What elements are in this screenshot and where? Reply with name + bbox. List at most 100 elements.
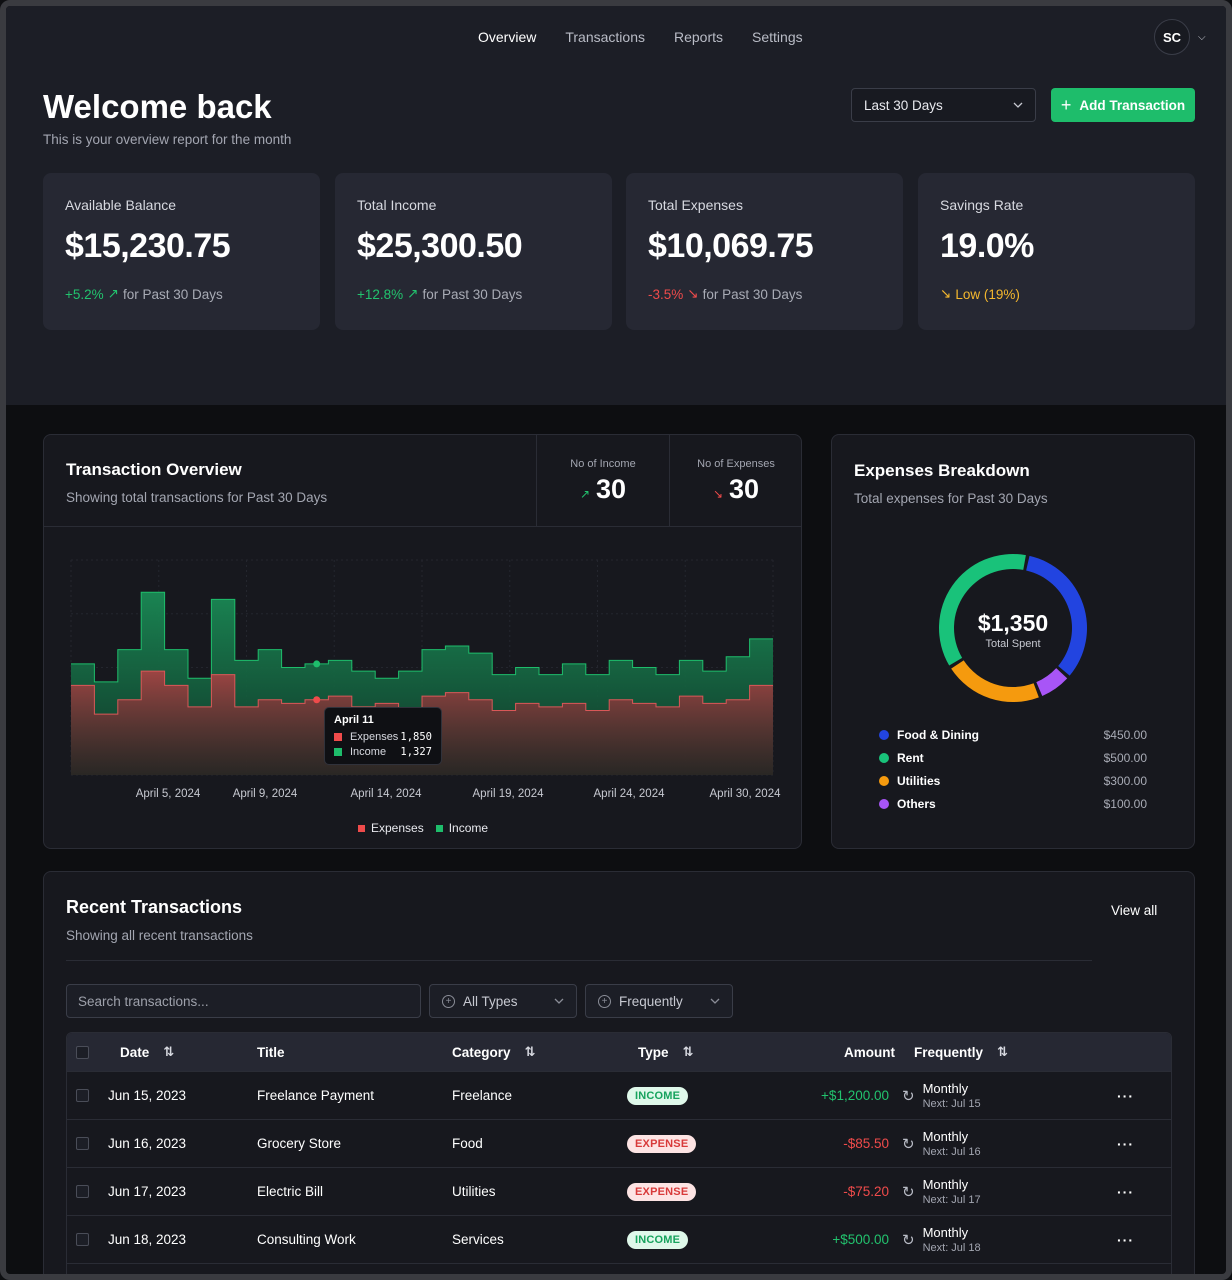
sort-icon[interactable]: ⇅ [683,1044,694,1060]
row-amount: +$1,200.00 [821,1088,889,1103]
stat-value: $15,230.75 [65,227,231,265]
next-date: Next: Jul 15 [922,1098,981,1110]
user-menu[interactable]: SC ⌵ [1154,19,1206,55]
donut-total: $1,350 [977,610,1049,636]
refresh-icon: ↻ [902,1087,915,1105]
stat-label: Total Expenses [648,197,743,213]
add-circle-icon: + [598,994,611,1008]
column-type[interactable]: Type ⇅ [638,1033,693,1071]
recent-title: Recent Transactions [66,897,243,917]
income-swatch [334,748,342,757]
type-badge: INCOME [627,1086,689,1105]
table-row[interactable]: Jun 16, 2023 Grocery Store Food EXPENSE … [67,1119,1171,1167]
stat-footer: +12.8% ↗ for Past 30 Days [357,286,590,302]
stat-change: -3.5% [648,286,684,302]
row-frequency: ↻ Monthly Next: Jul 15 [902,1081,981,1110]
row-amount: +$500.00 [832,1232,889,1247]
tooltip-expenses-value: 1,850 [400,731,432,743]
row-frequency: ↻ Monthly Next: Jul 17 [902,1177,981,1206]
sort-icon[interactable]: ⇅ [525,1044,536,1060]
donut-slice-others [1036,668,1068,696]
more-icon[interactable]: ··· [1117,1088,1134,1104]
breakdown-item-rent: Rent $500.00 [879,751,1147,765]
frequency-filter[interactable]: + Frequently [585,984,733,1018]
column-category[interactable]: Category ⇅ [452,1033,535,1071]
add-transaction-button[interactable]: + Add Transaction [1051,88,1195,122]
others-dot [879,799,889,809]
column-frequency[interactable]: Frequently ⇅ [914,1033,1008,1071]
row-checkbox[interactable] [76,1233,89,1246]
nav-transactions[interactable]: Transactions [565,29,645,45]
view-all-link[interactable]: View all [1111,903,1157,918]
legend-expenses-label: Expenses [371,821,424,835]
tooltip-expenses-label: Expenses [350,731,399,743]
tooltip-row-expenses: Expenses 1,850 [334,731,432,743]
trend-up-icon: ↗ [107,286,119,301]
row-category: Utilities [452,1184,496,1199]
row-checkbox[interactable] [76,1185,89,1198]
donut-center: $1,350 Total Spent [933,610,1093,650]
row-title: Electric Bill [257,1184,324,1199]
date-range-select[interactable]: Last 30 Days [851,88,1036,122]
breakdown-label: Rent [897,751,924,765]
legend-income[interactable]: Income [435,821,489,835]
column-date[interactable]: Date ⇅ [120,1033,174,1071]
column-type-label: Type [638,1044,669,1060]
x-tick-label: April 30, 2024 [710,788,782,800]
type-filter[interactable]: + All Types [429,984,577,1018]
tooltip-row-income: Income 1,327 [334,746,432,758]
stat-change: +12.8% [357,286,404,302]
donut-total-label: Total Spent [985,638,1041,650]
table-row[interactable]: EXPENSE ↻ Monthly ··· [67,1263,1171,1274]
more-icon[interactable]: ··· [1117,1136,1134,1152]
more-icon[interactable]: ··· [1117,1232,1134,1248]
stat-value: 19.0% [940,227,1034,265]
frequency-label: Monthly [922,1129,969,1144]
chevron-down-icon: ⌵ [1198,31,1206,43]
nav-overview[interactable]: Overview [478,29,536,45]
expenses-swatch [358,825,365,833]
next-date: Next: Jul 17 [922,1194,981,1206]
refresh-icon: ↻ [902,1183,915,1201]
row-date: Jun 16, 2023 [108,1136,187,1151]
expenses-hover-point [313,696,321,704]
stat-card-income: Total Income $25,300.50 +12.8% ↗ for Pas… [335,173,612,330]
table-row[interactable]: Jun 18, 2023 Consulting Work Services IN… [67,1215,1171,1263]
more-icon[interactable]: ··· [1117,1184,1134,1200]
breakdown-subtitle: Total expenses for Past 30 Days [854,491,1048,506]
row-title: Consulting Work [257,1232,356,1247]
row-frequency: ↻ Monthly Next: Jul 16 [902,1129,981,1158]
row-date: Jun 15, 2023 [108,1088,187,1103]
row-category: Freelance [452,1088,513,1103]
sort-icon[interactable]: ⇅ [997,1044,1008,1060]
nav-settings[interactable]: Settings [752,29,803,45]
next-date: Next: Jul 18 [922,1242,981,1254]
transaction-area-chart: April 5, 2024 April 9, 2024 April 14, 2024… [70,559,782,800]
add-circle-icon: + [442,994,455,1008]
row-amount: -$85.50 [843,1136,889,1151]
column-title: Title [257,1044,285,1060]
chart-tooltip: April 11 Expenses 1,850 Income 1,327 [324,707,442,765]
breakdown-label: Food & Dining [897,728,979,742]
avatar[interactable]: SC [1154,19,1190,55]
x-tick-label: April 5, 2024 [136,788,201,800]
breakdown-amount: $500.00 [1103,751,1147,765]
row-category: Services [452,1232,504,1247]
stat-suffix: for Past 30 Days [702,286,803,302]
legend-expenses[interactable]: Expenses [358,821,424,835]
breakdown-title: Expenses Breakdown [854,461,1030,480]
column-frequency-label: Frequently [914,1044,984,1060]
row-checkbox[interactable] [76,1089,89,1102]
select-all-checkbox[interactable] [76,1045,89,1059]
legend-income-label: Income [448,821,489,835]
page-title: Welcome back [43,88,272,125]
row-checkbox[interactable] [76,1137,89,1150]
expenses-swatch [334,733,342,742]
table-row[interactable]: Jun 15, 2023 Freelance Payment Freelance… [67,1071,1171,1119]
sort-icon[interactable]: ⇅ [163,1044,174,1060]
table-row[interactable]: Jun 17, 2023 Electric Bill Utilities EXP… [67,1167,1171,1215]
nav-reports[interactable]: Reports [674,29,723,45]
search-input[interactable] [66,984,421,1018]
utilities-dot [879,776,889,786]
income-swatch [435,825,443,833]
